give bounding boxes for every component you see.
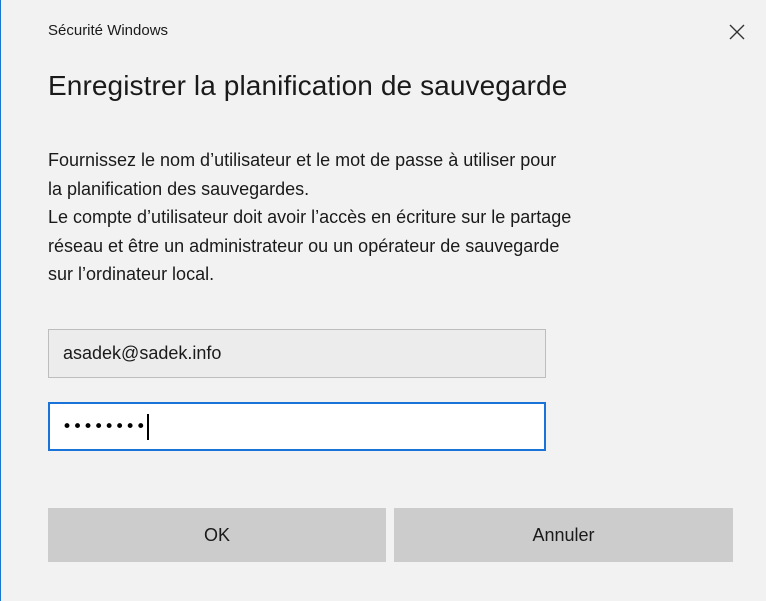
username-field[interactable] xyxy=(48,329,546,378)
dialog-description: Fournissez le nom d’utilisateur et le mo… xyxy=(48,146,748,289)
close-icon xyxy=(729,24,745,40)
dialog-heading: Enregistrer la planification de sauvegar… xyxy=(48,70,568,101)
description-line: Fournissez le nom d’utilisateur et le mo… xyxy=(48,150,557,170)
description-line: Le compte d’utilisateur doit avoir l’acc… xyxy=(48,207,572,227)
description-line: la planification des sauvegardes. xyxy=(48,178,310,199)
cancel-button[interactable]: Annuler xyxy=(394,508,733,562)
password-mask: •••••••• xyxy=(62,416,147,437)
credential-dialog: Sécurité Windows Enregistrer la planific… xyxy=(0,0,766,601)
title-bar: Sécurité Windows xyxy=(1,0,766,60)
text-caret xyxy=(147,413,150,440)
close-button[interactable] xyxy=(717,14,757,50)
description-line: réseau et être un administrateur ou un o… xyxy=(48,235,560,256)
description-line: sur l’ordinateur local. xyxy=(48,264,215,284)
password-field[interactable]: •••••••• xyxy=(48,402,546,451)
ok-button[interactable]: OK xyxy=(48,508,386,562)
window-title: Sécurité Windows xyxy=(48,22,169,39)
